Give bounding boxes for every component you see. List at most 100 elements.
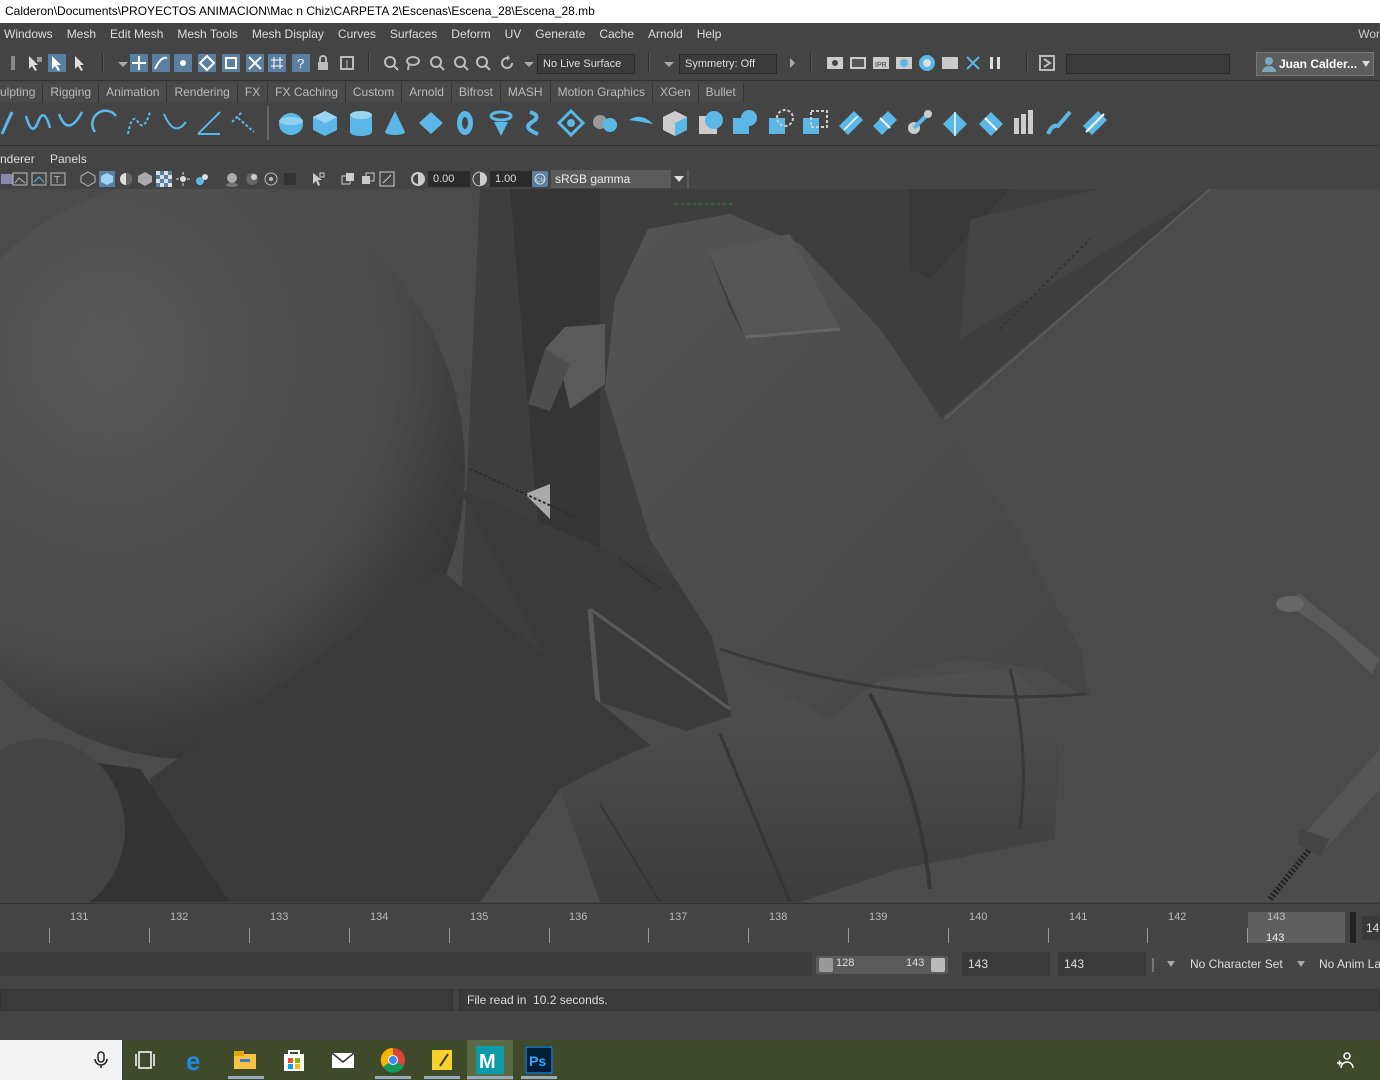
quad-draw-icon[interactable] — [1080, 108, 1110, 138]
tab-rigging[interactable]: Rigging — [43, 83, 100, 102]
chevron-down-icon[interactable] — [1296, 960, 1306, 968]
curve-tools-icon[interactable] — [194, 108, 224, 138]
menu-windows[interactable]: Windows — [0, 23, 60, 45]
motion-blur-icon[interactable] — [224, 171, 240, 187]
bridge-icon[interactable] — [730, 108, 760, 138]
bevel-icon[interactable] — [696, 108, 726, 138]
gamma-field[interactable]: 1.00 — [490, 171, 532, 187]
poly-pipe-icon[interactable] — [486, 108, 516, 138]
tab-motion-graphics[interactable]: Motion Graphics — [550, 83, 653, 102]
shadows-icon[interactable] — [175, 171, 191, 187]
target-weld-icon[interactable] — [904, 108, 934, 138]
depth-of-field-icon[interactable] — [263, 171, 279, 187]
store-icon[interactable] — [280, 1046, 308, 1074]
command-input[interactable] — [0, 989, 453, 1011]
merge-icon[interactable] — [940, 108, 970, 138]
wireframe-icon[interactable] — [80, 171, 96, 187]
smooth-icon[interactable] — [626, 108, 656, 138]
select-by-component-icon[interactable] — [72, 54, 90, 72]
tab-fx[interactable]: FX — [237, 83, 269, 102]
snap-curve-icon[interactable] — [152, 54, 170, 72]
chrome-icon[interactable] — [379, 1046, 407, 1074]
pencil-curve-icon[interactable] — [124, 108, 154, 138]
tab-bullet[interactable]: Bullet — [698, 83, 744, 102]
poly-cylinder-icon[interactable] — [346, 108, 376, 138]
menu-uv[interactable]: UV — [498, 23, 529, 45]
snap-live-icon[interactable] — [246, 54, 264, 72]
extrude-icon[interactable] — [660, 108, 690, 138]
fill-hole-icon[interactable] — [800, 108, 830, 138]
anim-layer-dropdown[interactable]: No Anim Lay — [1319, 952, 1380, 976]
select-by-object-icon[interactable] — [48, 54, 66, 72]
lasso-icon[interactable] — [404, 54, 422, 72]
tab-animation[interactable]: Animation — [99, 83, 168, 102]
xray-active-components-icon[interactable] — [360, 171, 376, 187]
separate-icon[interactable] — [590, 108, 620, 138]
backface-culling-icon[interactable] — [379, 171, 395, 187]
smooth-shade-icon[interactable] — [99, 171, 115, 187]
arc-icon[interactable] — [90, 108, 120, 138]
range-bar[interactable]: 128 143 — [816, 956, 948, 974]
textured-icon[interactable] — [137, 171, 153, 187]
paint-select-icon[interactable] — [428, 54, 446, 72]
render-current-frame-icon[interactable] — [452, 54, 470, 72]
render-view-icon[interactable] — [826, 54, 844, 72]
menu-mesh[interactable]: Mesh — [60, 23, 103, 45]
tab-rendering[interactable]: Rendering — [167, 83, 238, 102]
edge-icon[interactable]: e — [183, 1046, 211, 1074]
collapse-arrow-icon[interactable] — [783, 54, 801, 72]
menu-generate[interactable]: Generate — [528, 23, 592, 45]
collapse-icon[interactable] — [976, 108, 1006, 138]
poly-plane-icon[interactable] — [416, 108, 446, 138]
people-icon[interactable] — [1336, 1051, 1354, 1069]
mirror-icon[interactable] — [1010, 108, 1040, 138]
poly-helix-icon[interactable] — [520, 108, 550, 138]
snap-grid-icon[interactable] — [130, 54, 148, 72]
menu-mesh-tools[interactable]: Mesh Tools — [170, 23, 244, 45]
range-end-handle[interactable] — [931, 958, 945, 972]
bezier-curve-icon[interactable] — [56, 108, 86, 138]
combine-icon[interactable] — [556, 108, 586, 138]
current-frame-marker[interactable]: 143 — [1248, 912, 1345, 944]
menu-help[interactable]: Help — [690, 23, 729, 45]
image-plane-icon[interactable] — [12, 171, 28, 187]
microphone-icon[interactable] — [92, 1051, 110, 1069]
snap-projected-center-icon[interactable]: ? — [292, 54, 310, 72]
2d-pan-zoom-icon[interactable] — [31, 171, 47, 187]
chevron-down-icon[interactable] — [1166, 960, 1176, 968]
menu-deform[interactable]: Deform — [444, 23, 497, 45]
lock-icon[interactable] — [314, 54, 332, 72]
playback-end-field[interactable]: 143 — [1058, 952, 1146, 976]
menu-edit-mesh[interactable]: Edit Mesh — [103, 23, 170, 45]
tab-mash[interactable]: MASH — [500, 83, 551, 102]
make-live-icon[interactable] — [338, 54, 356, 72]
tab-xgen[interactable]: XGen — [652, 83, 699, 102]
photoshop-icon[interactable]: Ps — [525, 1046, 553, 1074]
insert-edge-loop-icon[interactable] — [870, 108, 900, 138]
screen-space-ao-icon[interactable] — [194, 171, 210, 187]
task-view-icon[interactable] — [131, 1046, 159, 1074]
menu-arnold[interactable]: Arnold — [641, 23, 690, 45]
live-surface-field[interactable]: No Live Surface — [537, 54, 635, 74]
range-start-handle[interactable] — [819, 958, 833, 972]
snap-vertex-icon[interactable] — [268, 54, 286, 72]
tool-handle-icon[interactable] — [4, 54, 22, 72]
current-time-field[interactable]: 14 — [1362, 916, 1380, 940]
sticky-notes-icon[interactable] — [428, 1046, 456, 1074]
multisample-aa-icon[interactable] — [244, 171, 260, 187]
render-settings-icon[interactable] — [895, 54, 913, 72]
render-frame-icon[interactable] — [849, 54, 867, 72]
pause-icon[interactable] — [986, 54, 1004, 72]
symmetry-field[interactable]: Symmetry: Off — [679, 54, 777, 74]
sculpt-brush-icon[interactable] — [1044, 108, 1074, 138]
input-line-field[interactable] — [1066, 54, 1230, 74]
shaded-wireframe-icon[interactable] — [118, 171, 134, 187]
gamma-icon[interactable] — [472, 171, 488, 187]
xray-icon[interactable] — [310, 171, 326, 187]
ipr-render-icon[interactable]: IPR — [872, 54, 890, 72]
poly-cube-icon[interactable] — [310, 108, 340, 138]
tab-arnold[interactable]: Arnold — [402, 83, 452, 102]
tab-bifrost[interactable]: Bifrost — [451, 83, 501, 102]
tab-fx-caching[interactable]: FX Caching — [268, 83, 346, 102]
arnold-render-icon[interactable] — [964, 54, 982, 72]
